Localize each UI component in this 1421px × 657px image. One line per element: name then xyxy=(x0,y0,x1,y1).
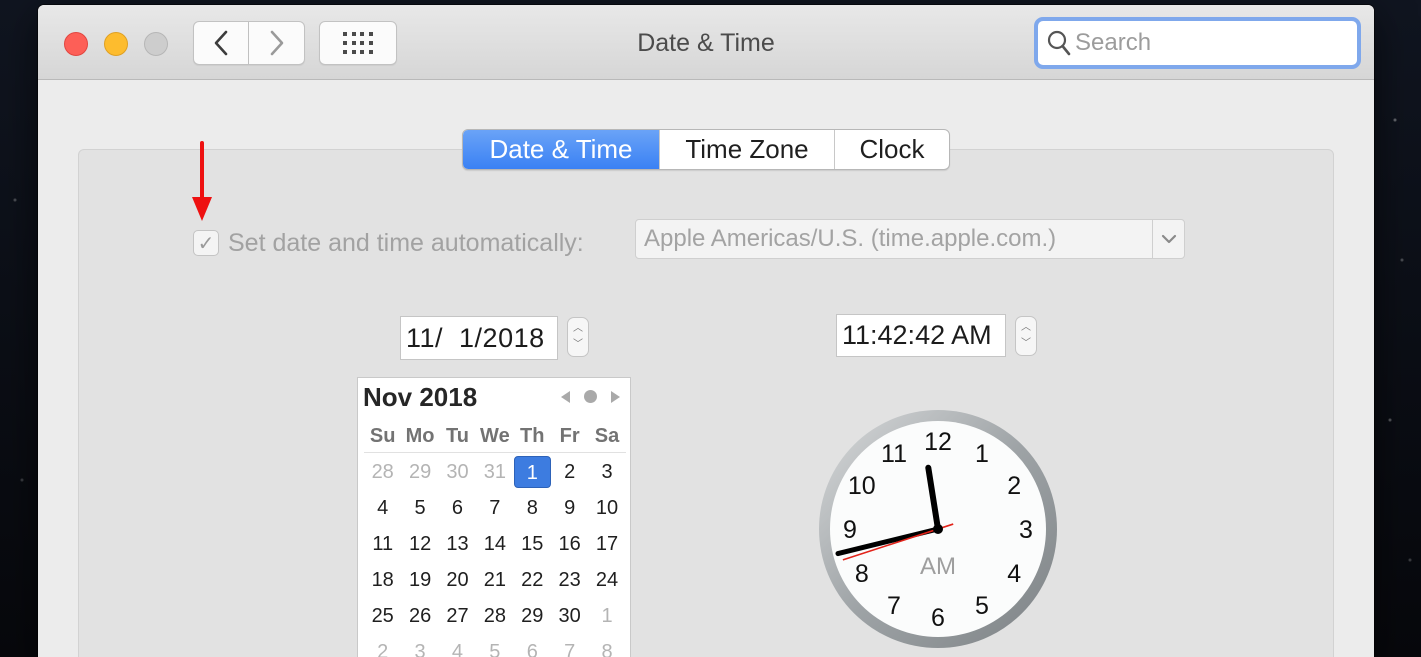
calendar-day[interactable]: 13 xyxy=(439,526,476,562)
calendar-day[interactable]: 22 xyxy=(514,562,551,598)
weekday-label: Sa xyxy=(594,425,620,447)
time-server-select[interactable]: Apple Americas/U.S. (time.apple.com.) xyxy=(635,219,1185,259)
calendar-day[interactable]: 5 xyxy=(476,634,513,657)
tab-clock[interactable]: Clock xyxy=(835,130,949,169)
calendar-day[interactable]: 29 xyxy=(401,454,438,490)
search-input[interactable] xyxy=(1075,29,1345,57)
calendar-weekdays: Su Mo Tu We Th Fr Sa xyxy=(364,425,626,453)
search-field[interactable] xyxy=(1034,17,1361,69)
clock-center xyxy=(933,524,943,534)
title-bar: Date & Time xyxy=(38,5,1374,80)
chevron-down-icon xyxy=(1152,220,1184,258)
time-server-value: Apple Americas/U.S. (time.apple.com.) xyxy=(644,225,1057,252)
calendar-nav xyxy=(561,390,620,403)
calendar: Nov 2018 Su Mo Tu We Th Fr Sa 28 29 30 31 1 2 3 4 5 6 7 8… xyxy=(357,377,631,657)
stepper-down-icon[interactable]: ﹀ xyxy=(1021,336,1031,352)
calendar-day-selected[interactable]: 1 xyxy=(513,456,551,488)
weekday-label: Mo xyxy=(405,425,435,447)
calendar-day[interactable]: 8 xyxy=(514,490,551,526)
calendar-day[interactable]: 15 xyxy=(514,526,551,562)
clock-numeral: 4 xyxy=(1007,560,1021,588)
calendar-day[interactable]: 10 xyxy=(588,490,625,526)
calendar-day[interactable]: 1 xyxy=(588,598,625,634)
set-automatically-label: Set date and time automatically: xyxy=(228,229,584,257)
clock-numeral: 7 xyxy=(887,592,901,620)
calendar-day[interactable]: 12 xyxy=(401,526,438,562)
calendar-day[interactable]: 25 xyxy=(364,598,401,634)
tab-date-time[interactable]: Date & Time xyxy=(463,130,660,169)
clock-numeral: 1 xyxy=(975,440,989,468)
analog-clock: 12 12 3 45 6 78 9 1011 AM xyxy=(819,410,1057,648)
date-field[interactable]: 11/ 1/2018 xyxy=(400,316,558,360)
search-icon xyxy=(1047,30,1071,56)
tab-bar: Date & Time Time Zone Clock xyxy=(462,129,950,170)
calendar-day[interactable]: 11 xyxy=(364,526,401,562)
weekday-label: We xyxy=(480,425,510,447)
calendar-day[interactable]: 8 xyxy=(588,634,625,657)
calendar-day[interactable]: 4 xyxy=(439,634,476,657)
annotation-arrow-icon xyxy=(192,141,212,221)
calendar-day[interactable]: 17 xyxy=(588,526,625,562)
calendar-day[interactable]: 18 xyxy=(364,562,401,598)
clock-numeral: 6 xyxy=(931,604,945,632)
weekday-label: Th xyxy=(520,425,545,447)
calendar-day[interactable]: 2 xyxy=(364,634,401,657)
today-icon[interactable] xyxy=(584,390,597,403)
calendar-day[interactable]: 30 xyxy=(551,598,588,634)
calendar-day[interactable]: 28 xyxy=(364,454,401,490)
tab-time-zone[interactable]: Time Zone xyxy=(660,130,835,169)
calendar-day[interactable]: 6 xyxy=(514,634,551,657)
clock-numeral: 2 xyxy=(1007,472,1021,500)
weekday-label: Su xyxy=(369,425,396,447)
calendar-day[interactable]: 30 xyxy=(439,454,476,490)
weekday-label: Fr xyxy=(559,425,580,447)
calendar-day[interactable]: 3 xyxy=(401,634,438,657)
stepper-down-icon[interactable]: ﹀ xyxy=(573,337,583,353)
clock-numeral: 8 xyxy=(855,560,869,588)
previous-month-icon[interactable] xyxy=(561,390,570,403)
calendar-days: 28 29 30 31 1 2 3 4 5 6 7 8 9 10 11 12 13 14 15 16 17 18 19 20 2… xyxy=(364,454,626,657)
calendar-day[interactable]: 5 xyxy=(401,490,438,526)
calendar-day[interactable]: 4 xyxy=(364,490,401,526)
calendar-day[interactable]: 26 xyxy=(401,598,438,634)
clock-numeral: 9 xyxy=(843,516,857,544)
next-month-icon[interactable] xyxy=(611,390,620,403)
time-stepper[interactable]: ︿ ﹀ xyxy=(1015,316,1037,356)
calendar-day[interactable]: 14 xyxy=(476,526,513,562)
clock-numeral: 10 xyxy=(848,472,876,500)
calendar-day[interactable]: 19 xyxy=(401,562,438,598)
calendar-day[interactable]: 9 xyxy=(551,490,588,526)
stepper-up-icon[interactable]: ︿ xyxy=(573,321,583,337)
calendar-day[interactable]: 7 xyxy=(476,490,513,526)
time-field[interactable]: 11:42:42 AM xyxy=(836,314,1006,357)
calendar-day[interactable]: 21 xyxy=(476,562,513,598)
calendar-day[interactable]: 27 xyxy=(439,598,476,634)
calendar-day[interactable]: 24 xyxy=(588,562,625,598)
clock-numeral: 5 xyxy=(975,592,989,620)
calendar-day[interactable]: 20 xyxy=(439,562,476,598)
calendar-day[interactable]: 2 xyxy=(551,454,588,490)
calendar-day[interactable]: 6 xyxy=(439,490,476,526)
calendar-day[interactable]: 28 xyxy=(476,598,513,634)
calendar-day[interactable]: 31 xyxy=(476,454,513,490)
calendar-day[interactable]: 23 xyxy=(551,562,588,598)
calendar-month-label: Nov 2018 xyxy=(363,382,478,412)
clock-numeral: 3 xyxy=(1019,516,1033,544)
clock-numeral: 11 xyxy=(881,440,907,468)
preferences-window: Date & Time Date & Time Time Zone Clock … xyxy=(38,5,1374,657)
stepper-up-icon[interactable]: ︿ xyxy=(1021,320,1031,336)
calendar-day[interactable]: 7 xyxy=(551,634,588,657)
calendar-day[interactable]: 16 xyxy=(551,526,588,562)
clock-period-label: AM xyxy=(920,553,956,580)
clock-numeral: 12 xyxy=(924,428,952,456)
calendar-day[interactable]: 3 xyxy=(588,454,625,490)
date-stepper[interactable]: ︿ ﹀ xyxy=(567,317,589,357)
set-automatically-checkbox[interactable]: ✓ xyxy=(193,230,219,256)
calendar-day[interactable]: 29 xyxy=(514,598,551,634)
weekday-label: Tu xyxy=(446,425,469,447)
